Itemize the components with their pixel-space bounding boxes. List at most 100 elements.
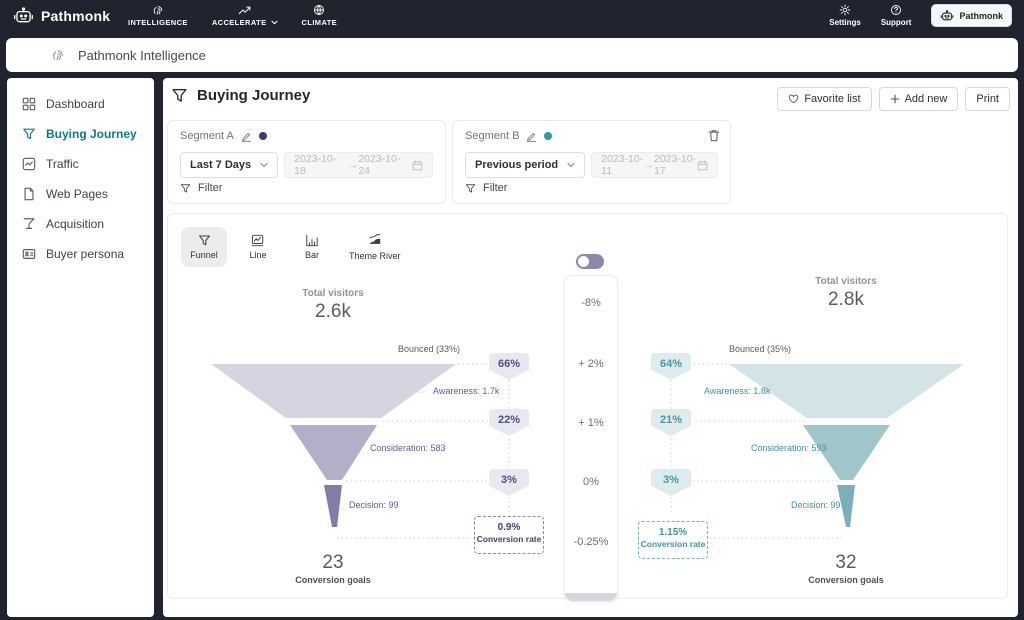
top-navbar: Pathmonk INTELLIGENCE ACCELERATE <box>0 0 1024 34</box>
delta-value: -8% <box>565 297 617 309</box>
chevron-down-icon <box>271 20 278 25</box>
gear-icon <box>839 4 851 16</box>
sidebar-item-web-pages[interactable]: Web Pages <box>7 179 154 209</box>
nav-intelligence[interactable]: INTELLIGENCE <box>128 4 188 27</box>
consideration-label-a: Consideration: 583 <box>370 443 446 453</box>
tab-line[interactable]: Line <box>235 227 281 267</box>
segment-b-color-dot[interactable] <box>544 132 552 140</box>
acquisition-goblet-icon <box>22 217 36 231</box>
segment-a-filter-button[interactable]: Filter <box>180 182 222 194</box>
filter-funnel-icon <box>465 183 476 194</box>
decision-label-b: Decision: 99 <box>791 500 841 510</box>
arrow-right-icon: → <box>644 159 655 171</box>
segment-a-header: Segment A <box>180 130 267 142</box>
traffic-chart-icon <box>22 157 36 171</box>
support-button[interactable]: Support <box>881 4 912 27</box>
segment-b-period-select[interactable]: Previous period <box>465 152 585 178</box>
delete-segment-button[interactable] <box>708 129 720 142</box>
conversion-rate-value: 0.9% <box>475 522 543 533</box>
pathmonk-account-button[interactable]: Pathmonk <box>931 4 1012 27</box>
sidebar-item-label: Dashboard <box>46 97 105 111</box>
total-visitors-value-b: 2.8k <box>796 289 896 311</box>
help-icon <box>890 4 902 16</box>
sidebar-item-label: Web Pages <box>46 187 108 201</box>
segment-b-header: Segment B <box>465 130 552 142</box>
segment-b-card: Segment B Previous period 2023-10-11 → 2… <box>452 120 731 204</box>
conversion-rate-label: Conversion rate <box>639 539 707 549</box>
sidebar-item-traffic[interactable]: Traffic <box>7 149 154 179</box>
favorite-list-label: Favorite list <box>804 93 860 105</box>
edit-pencil-icon[interactable] <box>241 131 252 142</box>
sidebar-item-buying-journey[interactable]: Buying Journey <box>7 119 154 149</box>
sidebar-item-dashboard[interactable]: Dashboard <box>7 89 154 119</box>
segment-a-color-dot[interactable] <box>259 132 267 140</box>
nav-climate[interactable]: CLIMATE <box>302 4 338 27</box>
tab-funnel[interactable]: Funnel <box>181 227 227 267</box>
add-new-button[interactable]: Add new <box>879 87 959 111</box>
fingerprint-icon <box>51 48 65 62</box>
tab-theme-river[interactable]: Theme River <box>343 227 407 267</box>
funnel-icon <box>198 234 211 247</box>
total-visitors-label-b: Total visitors <box>796 276 896 287</box>
conversion-goals-value-a: 23 <box>283 552 383 574</box>
segment-b-name: Segment B <box>465 130 519 142</box>
print-label: Print <box>976 93 999 105</box>
conversion-rate-box-a: 0.9% Conversion rate <box>474 516 544 554</box>
arrow-right-icon: → <box>348 159 359 171</box>
funnel-a-decision-segment[interactable] <box>324 485 342 527</box>
date-end: 2023-10-24 <box>358 153 412 177</box>
delta-value: 0% <box>565 476 617 488</box>
comparison-toggle[interactable] <box>576 254 604 269</box>
sidebar-item-acquisition[interactable]: Acquisition <box>7 209 154 239</box>
nav-accelerate[interactable]: ACCELERATE <box>212 4 278 27</box>
fingerprint-icon <box>152 4 164 16</box>
toggle-knob <box>578 256 589 267</box>
filter-funnel-icon <box>180 183 191 194</box>
pathmonk-robot-icon <box>13 7 34 25</box>
id-card-icon <box>22 247 36 261</box>
page-title: Buying Journey <box>171 87 310 104</box>
segment-a-card: Segment A Last 7 Days 2023-10-18 → 2023-… <box>167 120 446 204</box>
scale-drag-handle[interactable] <box>565 593 617 601</box>
sidebar-item-buyer-persona[interactable]: Buyer persona <box>7 239 154 269</box>
theme-river-icon <box>368 233 382 248</box>
funnel-icon <box>22 127 36 141</box>
print-button[interactable]: Print <box>965 87 1010 111</box>
sidebar-item-label: Buyer persona <box>46 247 124 261</box>
conversion-rate-value: 1.15% <box>639 527 707 538</box>
favorite-list-button[interactable]: Favorite list <box>777 87 871 111</box>
filter-label: Filter <box>483 182 507 194</box>
conversion-goals-value-b: 32 <box>796 552 896 574</box>
date-start: 2023-10-11 <box>601 153 643 177</box>
funnel-a-awareness-segment[interactable] <box>211 364 456 418</box>
sidebar-item-label: Buying Journey <box>46 127 137 141</box>
brand[interactable]: Pathmonk <box>13 7 110 25</box>
segment-b-filter-button[interactable]: Filter <box>465 182 507 194</box>
tab-theme-river-label: Theme River <box>349 251 401 261</box>
chart-type-tabs: Funnel Line Bar Theme River <box>181 227 407 267</box>
document-icon <box>22 187 36 201</box>
edit-pencil-icon[interactable] <box>526 131 537 142</box>
bounced-label-a: Bounced (33%) <box>338 344 460 354</box>
page-title-text: Buying Journey <box>197 87 310 104</box>
segment-b-period-value: Previous period <box>475 159 558 171</box>
conversion-rate-box-b: 1.15% Conversion rate <box>638 521 708 559</box>
segment-a-period-select[interactable]: Last 7 Days <box>180 152 278 178</box>
tab-bar[interactable]: Bar <box>289 227 335 267</box>
consideration-label-b: Consideration: 593 <box>751 443 827 453</box>
total-visitors-value-a: 2.6k <box>283 301 383 323</box>
account-button-label: Pathmonk <box>959 11 1003 21</box>
filter-label: Filter <box>198 182 222 194</box>
settings-button[interactable]: Settings <box>829 4 861 27</box>
nav-intelligence-label: INTELLIGENCE <box>128 18 188 27</box>
segment-a-date-range[interactable]: 2023-10-18 → 2023-10-24 <box>284 152 433 178</box>
breadcrumb: Pathmonk Intelligence <box>78 48 206 63</box>
header-buttons: Favorite list Add new Print <box>777 87 1010 111</box>
segment-a-name: Segment A <box>180 130 234 142</box>
segment-a-controls: Last 7 Days 2023-10-18 → 2023-10-24 <box>180 152 433 178</box>
support-label: Support <box>881 18 912 27</box>
navbar-right: Settings Support Pathmonk <box>829 4 1012 27</box>
trending-up-icon <box>238 4 251 16</box>
date-end: 2023-10-17 <box>654 153 697 177</box>
segment-b-date-range[interactable]: 2023-10-11 → 2023-10-17 <box>591 152 718 178</box>
